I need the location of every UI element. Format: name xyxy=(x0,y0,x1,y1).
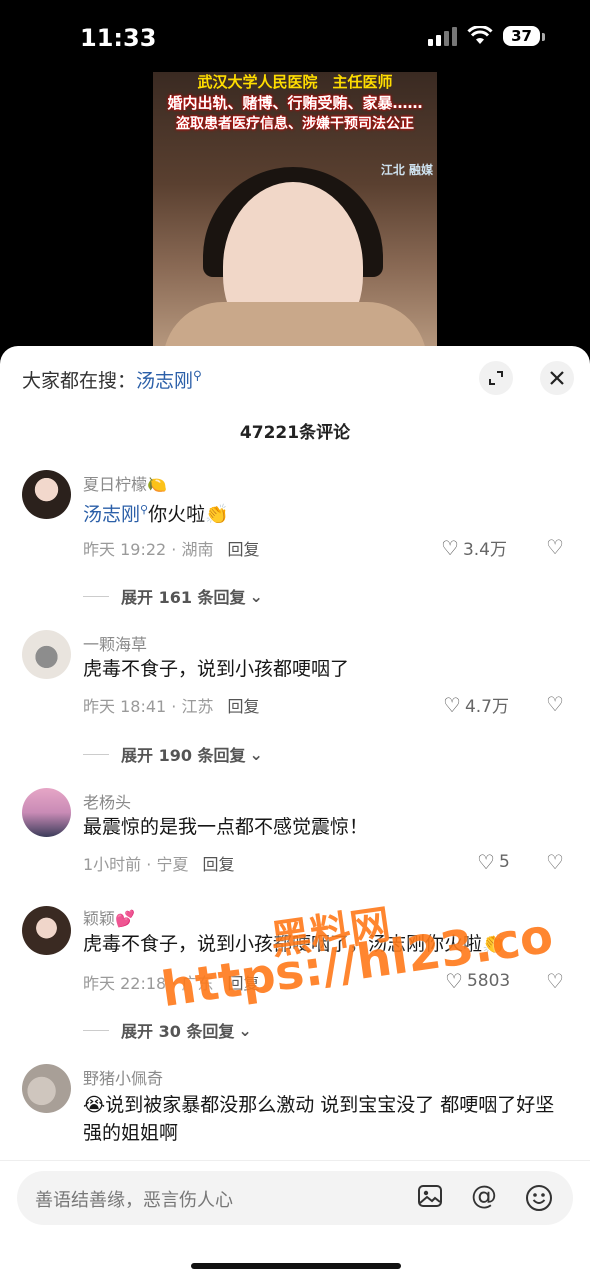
divider xyxy=(83,753,109,755)
divider xyxy=(83,1029,109,1031)
battery-icon: 37 xyxy=(503,26,545,46)
expand-icon xyxy=(489,371,503,385)
dislike-button[interactable]: ♡ xyxy=(546,850,564,874)
comment-author[interactable]: 野猪小佩奇 xyxy=(83,1065,163,1089)
dislike-button[interactable]: ♡ xyxy=(546,969,564,993)
search-suggestion: 大家都在搜：汤志刚⚲ xyxy=(22,366,202,393)
like-count: 3.4万 xyxy=(462,540,507,560)
avatar[interactable] xyxy=(22,906,71,955)
expand-replies-label: 展开 190 条回复 xyxy=(121,746,246,765)
status-bar: 11:33 37 xyxy=(0,0,590,80)
expand-replies-button[interactable]: 展开 161 条回复 ⌄ xyxy=(83,584,263,608)
comments-sheet: 大家都在搜：汤志刚⚲ 47221条评论 夏日柠檬🍋 汤志刚⚲你火啦👏 昨天 19… xyxy=(0,346,590,1280)
heart-icon: ♡ xyxy=(443,692,461,717)
comment-author[interactable]: 一颗海草 xyxy=(83,631,147,655)
broken-heart-icon: ♡ xyxy=(546,692,564,716)
mention-icon[interactable]: @ xyxy=(471,1181,497,1211)
comment-meta: 昨天 19:22 · 湖南 回复 xyxy=(83,536,259,560)
reply-button[interactable]: 回复 xyxy=(202,855,234,874)
emoji-icon[interactable] xyxy=(525,1184,553,1218)
search-icon: ⚲ xyxy=(193,368,202,383)
comment-count: 47221条评论 xyxy=(239,423,351,443)
dislike-button[interactable]: ♡ xyxy=(546,692,564,716)
comment-text: 最震惊的是我一点都不感觉震惊！ xyxy=(83,816,369,838)
comment-input-bar: 善语结善缘，恶言伤人心 @ xyxy=(0,1160,590,1280)
video-captions: 武汉大学人民医院 主任医师 婚内出轨、赌博、行贿受贿、家暴…… 盗取患者医疗信息… xyxy=(153,72,437,135)
comment-input[interactable]: 善语结善缘，恶言伤人心 @ xyxy=(17,1171,573,1225)
reply-button[interactable]: 回复 xyxy=(227,540,259,559)
dislike-button[interactable]: ♡ xyxy=(546,535,564,559)
comment-time-location: 1小时前 · 宁夏 xyxy=(83,855,189,874)
close-button[interactable] xyxy=(540,361,574,395)
chevron-down-icon: ⌄ xyxy=(249,744,263,764)
video-player[interactable]: 江北 融媒 武汉大学人民医院 主任医师 婚内出轨、赌博、行贿受贿、家暴…… 盗取… xyxy=(153,72,437,352)
comment-text: 虎毒不食子，说到小孩都哽咽了 xyxy=(83,658,350,680)
search-suggestion-link[interactable]: 汤志刚 xyxy=(136,370,193,392)
video-subject-coat xyxy=(163,302,427,352)
comment-text: 汤志刚⚲你火啦👏 xyxy=(83,496,566,528)
like-button[interactable]: ♡ 4.7万 xyxy=(443,692,509,718)
expand-button[interactable] xyxy=(479,361,513,395)
divider xyxy=(83,595,109,597)
like-button[interactable]: ♡ 3.4万 xyxy=(441,535,507,561)
avatar[interactable] xyxy=(22,630,71,679)
comment-meta: 昨天 18:41 · 江苏 回复 xyxy=(83,693,259,717)
close-icon xyxy=(550,371,564,385)
signal-icon xyxy=(428,26,458,46)
like-count: 4.7万 xyxy=(464,697,509,717)
video-caption-line: 武汉大学人民医院 主任医师 xyxy=(197,73,393,91)
heart-icon: ♡ xyxy=(441,535,459,560)
comment-mention-link[interactable]: 汤志刚 xyxy=(83,503,140,525)
like-count: 5 xyxy=(498,852,510,872)
avatar[interactable] xyxy=(22,1064,71,1113)
comment-meta: 1小时前 · 宁夏 回复 xyxy=(83,851,234,875)
comment-input-placeholder: 善语结善缘，恶言伤人心 xyxy=(35,1190,233,1211)
video-channel-watermark: 江北 融媒 xyxy=(380,163,433,177)
chevron-down-icon: ⌄ xyxy=(249,586,263,606)
chevron-down-icon: ⌄ xyxy=(238,1020,252,1040)
comment-author[interactable]: 夏日柠檬🍋 xyxy=(83,471,167,495)
search-icon: ⚲ xyxy=(140,503,149,516)
expand-replies-label: 展开 161 条回复 xyxy=(121,588,246,607)
avatar[interactable] xyxy=(22,470,71,519)
comment-time-location: 昨天 18:41 · 江苏 xyxy=(83,697,214,716)
video-caption-line: 婚内出轨、赌博、行贿受贿、家暴…… xyxy=(167,94,423,112)
heart-icon: ♡ xyxy=(477,850,495,874)
expand-replies-button[interactable]: 展开 190 条回复 ⌄ xyxy=(83,742,263,766)
comment-time-location: 昨天 19:22 · 湖南 xyxy=(83,540,214,559)
image-icon[interactable] xyxy=(417,1184,443,1214)
comment-author[interactable]: 颖颖💕 xyxy=(83,905,135,929)
broken-heart-icon: ♡ xyxy=(546,535,564,559)
search-suggestion-prefix: 大家都在搜： xyxy=(22,370,137,392)
avatar[interactable] xyxy=(22,788,71,837)
status-icons: 37 xyxy=(428,26,545,46)
comment-body: 你火啦👏 xyxy=(148,503,229,526)
status-time: 11:33 xyxy=(80,24,157,52)
reply-button[interactable]: 回复 xyxy=(227,697,259,716)
like-button[interactable]: ♡ 5 xyxy=(477,850,510,874)
broken-heart-icon: ♡ xyxy=(546,850,564,874)
video-caption-line: 盗取患者医疗信息、涉嫌干预司法公正 xyxy=(176,116,414,132)
wifi-icon xyxy=(467,26,493,44)
expand-replies-button[interactable]: 展开 30 条回复 ⌄ xyxy=(83,1018,252,1042)
comment-author[interactable]: 老杨头 xyxy=(83,789,131,813)
comment-text: 😭说到被家暴都没那么激动 说到宝宝没了 都哽咽了好坚强的姐姐啊 xyxy=(83,1094,555,1144)
home-indicator xyxy=(191,1263,401,1269)
broken-heart-icon: ♡ xyxy=(546,969,564,993)
expand-replies-label: 展开 30 条回复 xyxy=(121,1022,235,1041)
